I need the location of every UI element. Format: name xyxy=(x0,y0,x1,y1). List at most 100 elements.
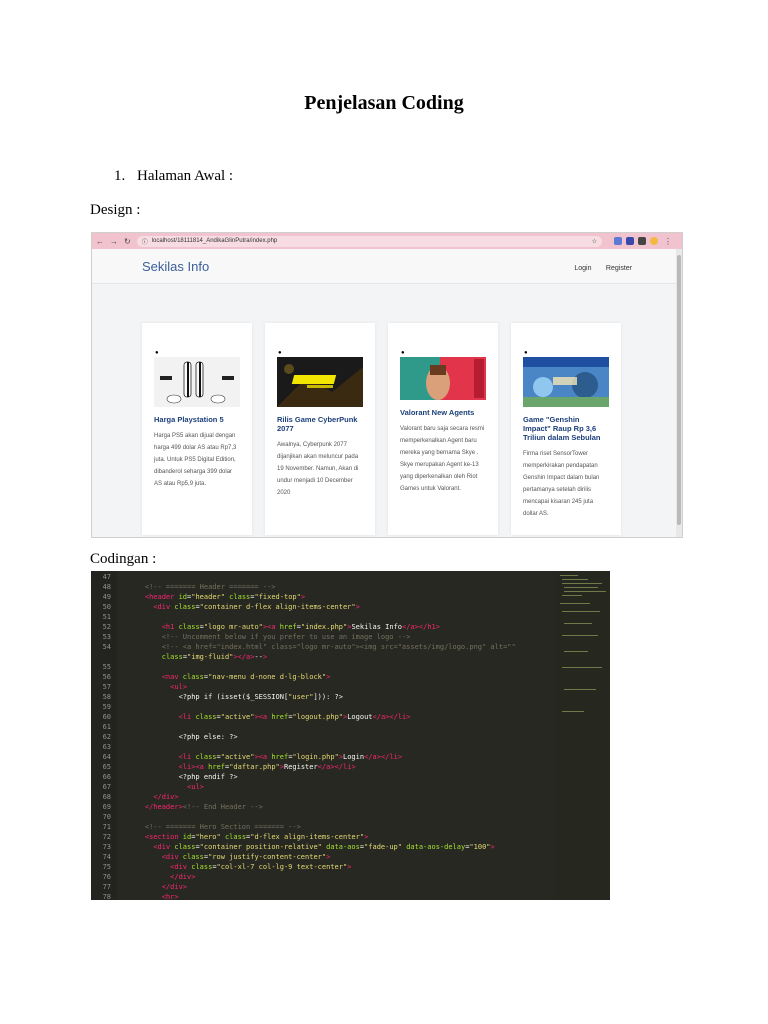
valorant-skye-image xyxy=(400,357,486,400)
section-title: Halaman Awal : xyxy=(137,168,234,184)
card-text: Awalnya, Cyberpunk 2077 dijanjikan akan … xyxy=(277,442,359,496)
code-text: <li><a href="daftar.php">Register</a></l… xyxy=(178,763,356,771)
minimap-line xyxy=(564,651,588,652)
line-number: 54 xyxy=(102,643,111,651)
code-text: <!-- ======= Header ======= --> xyxy=(128,583,276,591)
bullet-marker: ● xyxy=(524,350,528,356)
code-text: <!-- Uncomment below if you prefer to us… xyxy=(128,633,411,641)
back-arrow-icon[interactable]: ← xyxy=(96,237,104,246)
minimap-line xyxy=(564,591,606,592)
site-logo[interactable]: Sekilas Info xyxy=(142,259,209,274)
card-text: Firma riset SensorTower memperkirakan pe… xyxy=(523,451,600,517)
cyberpunk-image xyxy=(277,357,363,407)
minimap-line xyxy=(562,635,598,636)
code-text: <hr> xyxy=(161,893,179,900)
minimap-line xyxy=(564,623,592,624)
code-text: <li class="active"><a href="login.php">L… xyxy=(178,753,403,761)
scrollbar-thumb[interactable] xyxy=(677,255,681,525)
minimap-line xyxy=(562,667,602,668)
code-text: </header><!-- End Header --> xyxy=(144,803,263,811)
code-label: Codingan : xyxy=(90,551,157,567)
card-title[interactable]: Rilis Game CyberPunk 2077 xyxy=(277,415,363,433)
forward-arrow-icon[interactable]: → xyxy=(110,237,118,246)
line-number: 53 xyxy=(102,633,111,641)
line-number: 48 xyxy=(102,583,111,591)
line-number: 70 xyxy=(102,813,111,821)
line-number: 75 xyxy=(102,863,111,871)
code-text: <ul> xyxy=(187,783,204,791)
card-title[interactable]: Harga Playstation 5 xyxy=(154,415,240,424)
line-number: 71 xyxy=(102,823,111,831)
line-number: 50 xyxy=(102,603,111,611)
genshin-impact-image xyxy=(523,357,609,407)
code-text: </div> xyxy=(170,873,196,881)
minimap-line xyxy=(562,583,602,584)
bullet-marker: ● xyxy=(278,350,282,356)
line-number: 64 xyxy=(102,753,111,761)
card-text: Valorant baru saja secara resmi memperke… xyxy=(400,426,485,492)
site-header: Sekilas Info Login Register xyxy=(92,249,682,284)
code-text: <section id="hero" class="d-flex align-i… xyxy=(144,833,369,841)
line-number: 57 xyxy=(102,683,111,691)
news-card[interactable]: ● Harga Playstation 5 Harga PS5 akan dij… xyxy=(142,323,252,535)
code-text: <h1 class="logo mr-auto"><a href="index.… xyxy=(161,623,440,631)
menu-kebab-icon[interactable]: ⋮ xyxy=(664,237,672,246)
address-bar[interactable]: ⓘ localhost/18111814_AndikaGlinPutra/ind… xyxy=(136,235,602,247)
url-text: localhost/18111814_AndikaGlinPutra/index… xyxy=(151,238,278,244)
card-title[interactable]: Game "Genshin Impact" Raup Rp 3,6 Triliu… xyxy=(523,415,609,442)
line-number: 65 xyxy=(102,763,111,771)
minimap-line xyxy=(562,595,582,596)
line-number: 49 xyxy=(102,593,111,601)
star-icon[interactable]: ☆ xyxy=(592,238,597,245)
line-number: 58 xyxy=(102,693,111,701)
site-nav: Login Register xyxy=(564,257,632,275)
minimap-line xyxy=(560,575,578,576)
document-title: Penjelasan Coding xyxy=(304,92,464,114)
code-text: </div> xyxy=(153,793,179,801)
line-number: 62 xyxy=(102,733,111,741)
card-title[interactable]: Valorant New Agents xyxy=(400,408,486,417)
code-text: <div class="container position-relative"… xyxy=(153,843,495,851)
line-number: 67 xyxy=(102,783,111,791)
minimap-line xyxy=(564,587,598,588)
minimap-line xyxy=(560,603,590,604)
code-text: <?php if (isset($_SESSION["user"])): ?> xyxy=(178,693,343,701)
ps5-image xyxy=(154,357,240,407)
line-number: 47 xyxy=(102,573,111,581)
news-card[interactable]: ● Rilis Game CyberPunk 2077 Awalnya, Cyb… xyxy=(265,323,375,535)
website-screenshot: ← → ↻ ⓘ localhost/18111814_AndikaGlinPut… xyxy=(91,232,683,538)
code-text: <ul> xyxy=(170,683,188,691)
browser-toolbar: ← → ↻ ⓘ localhost/18111814_AndikaGlinPut… xyxy=(92,233,682,249)
puzzle-icon[interactable] xyxy=(638,237,646,245)
extension-icon[interactable] xyxy=(614,237,622,245)
code-text: <nav class="nav-menu d-none d-lg-block"> xyxy=(161,673,331,681)
code-text: <?php endif ?> xyxy=(178,773,238,781)
news-card[interactable]: ● Game "Genshin Impact" Raup Rp 3,6 Tril… xyxy=(511,323,621,535)
code-text: </div> xyxy=(161,883,188,891)
nav-login-link[interactable]: Login xyxy=(574,265,591,272)
news-cards: ● Harga Playstation 5 Harga PS5 akan dij… xyxy=(142,323,634,535)
avatar[interactable] xyxy=(650,237,658,245)
code-minimap xyxy=(554,571,610,900)
extension-icon[interactable] xyxy=(626,237,634,245)
line-number: 55 xyxy=(102,663,111,671)
line-number: 61 xyxy=(102,723,111,731)
line-number: 73 xyxy=(102,843,111,851)
line-number: 68 xyxy=(102,793,111,801)
line-number: 59 xyxy=(102,703,111,711)
line-number: 74 xyxy=(102,853,111,861)
code-text: <div class="container d-flex align-items… xyxy=(153,603,360,611)
section-number: 1. xyxy=(114,168,126,184)
code-text: <header id="header" class="fixed-top"> xyxy=(144,593,306,601)
line-number: 56 xyxy=(102,673,111,681)
line-number: 51 xyxy=(102,613,111,621)
nav-register-link[interactable]: Register xyxy=(606,265,632,272)
code-text: <?php else: ?> xyxy=(178,733,238,741)
line-number: 77 xyxy=(102,883,111,891)
card-text: Harga PS5 akan dijual dengan harga 499 d… xyxy=(154,433,237,487)
news-card[interactable]: ● Valorant New Agents Valorant baru saja… xyxy=(388,323,498,535)
line-number: 76 xyxy=(102,873,111,881)
bullet-marker: ● xyxy=(155,350,159,356)
minimap-line xyxy=(562,579,588,580)
reload-icon[interactable]: ↻ xyxy=(124,237,131,246)
